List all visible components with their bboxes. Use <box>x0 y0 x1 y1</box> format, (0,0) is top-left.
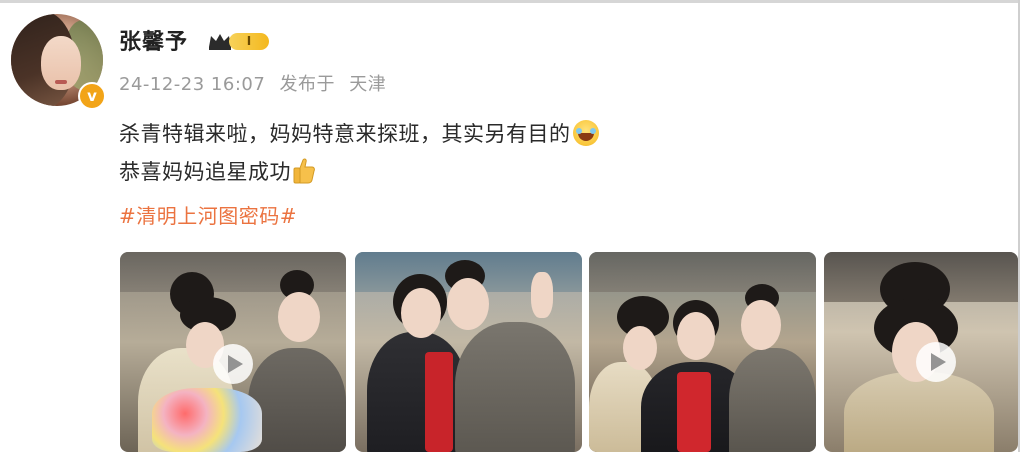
member-level-label: I <box>229 33 269 50</box>
post-text-1: 杀青特辑来啦，妈妈特意来探班，其实另有目的 <box>119 122 571 146</box>
avatar-lip <box>55 80 67 84</box>
member-badge[interactable]: I <box>207 29 269 53</box>
video-thumbnail-3[interactable] <box>589 252 816 452</box>
person-actor <box>248 348 346 452</box>
laugh-tears-icon <box>572 120 599 146</box>
weibo-post-card: v 张馨予 I 24-12-23 16:07 发布于 天津 杀青特辑来啦，妈妈特… <box>0 0 1020 452</box>
location: 天津 <box>349 74 387 95</box>
play-button-icon[interactable] <box>916 342 956 382</box>
person-actor <box>729 348 816 452</box>
face <box>401 288 441 338</box>
post-text-line-1: 杀青特辑来啦，妈妈特意来探班，其实另有目的 <box>119 118 599 148</box>
red-sweater <box>425 352 453 452</box>
post-text-2: 恭喜妈妈追星成功 <box>119 160 291 184</box>
person-actor <box>455 322 575 452</box>
face <box>447 278 489 330</box>
person-actress <box>844 372 994 452</box>
scene-roof <box>589 252 816 292</box>
post-text-line-2: 恭喜妈妈追星成功 <box>119 156 315 186</box>
face <box>677 312 715 360</box>
source-prefix: 发布于 <box>279 74 336 95</box>
face <box>623 326 657 370</box>
username[interactable]: 张馨予 <box>119 24 188 56</box>
face <box>741 300 781 350</box>
hashtag-link[interactable]: #清明上河图密码# <box>119 200 297 229</box>
post-meta: 24-12-23 16:07 发布于 天津 <box>119 70 394 96</box>
thumbs-up-icon <box>293 158 315 184</box>
timestamp[interactable]: 24-12-23 16:07 <box>119 74 265 95</box>
video-thumbnail-4[interactable] <box>824 252 1018 452</box>
flower-bouquet <box>152 388 262 452</box>
peace-sign-hand <box>531 272 553 318</box>
play-button-icon[interactable] <box>213 344 253 384</box>
video-thumbnail-1[interactable] <box>120 252 346 452</box>
top-divider <box>0 0 1020 3</box>
red-sweater <box>677 372 711 452</box>
verified-badge-icon: v <box>78 82 106 110</box>
video-thumbnail-2[interactable] <box>355 252 582 452</box>
face <box>278 292 320 342</box>
